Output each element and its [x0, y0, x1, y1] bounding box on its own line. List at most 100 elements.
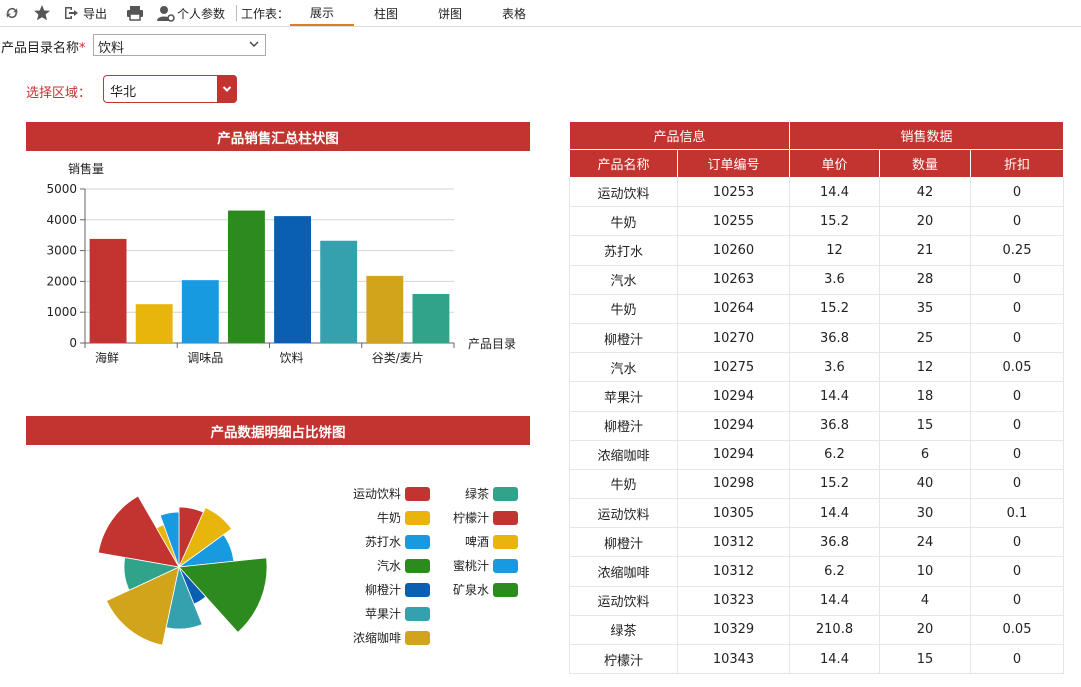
tab-table[interactable]: 表格 [482, 0, 546, 26]
export-label: 导出 [83, 6, 108, 21]
region-select[interactable]: 华北 [103, 75, 237, 103]
chevron-down-icon [222, 86, 232, 92]
table-cell: 36.8 [789, 527, 880, 558]
table-cell: 15.2 [789, 468, 880, 500]
bar[interactable] [89, 238, 127, 343]
table-cell: 0 [970, 643, 1064, 675]
table-row: 牛奶 10264 15.2 35 0 [569, 293, 1064, 324]
user-settings-icon [157, 5, 175, 22]
bar[interactable] [181, 280, 219, 343]
legend-label: 绿茶 [465, 486, 489, 501]
y-tick-label: 2000 [46, 274, 77, 288]
table-cell: 0 [970, 293, 1064, 324]
table-cell: 10343 [677, 643, 790, 675]
x-tick-label: 调味品 [187, 351, 223, 365]
tab-bar-chart[interactable]: 柱图 [354, 0, 418, 26]
legend-swatch[interactable] [405, 559, 430, 573]
table-cell: 0 [970, 527, 1064, 558]
legend-swatch[interactable] [405, 511, 430, 525]
table-cell: 14.4 [789, 643, 880, 675]
export-button[interactable]: 导出 [63, 3, 107, 23]
col-header-discount: 折扣 [970, 149, 1064, 178]
favorite-button[interactable] [33, 3, 51, 23]
col-header-name: 产品名称 [569, 149, 678, 178]
refresh-button[interactable] [4, 3, 20, 23]
legend-swatch[interactable] [405, 583, 430, 597]
table-cell: 10264 [677, 293, 790, 324]
bar[interactable] [366, 275, 404, 343]
bar[interactable] [274, 216, 312, 343]
legend-swatch[interactable] [493, 511, 518, 525]
x-tick-label: 饮料 [280, 351, 304, 365]
chevron-down-icon [249, 41, 259, 47]
catalog-select-value: 饮料 [98, 41, 125, 56]
table-row: 苹果汁 10294 14.4 18 0 [569, 381, 1064, 412]
required-mark: * [79, 41, 86, 56]
table-cell: 24 [879, 527, 971, 558]
table-cell: 10323 [677, 585, 790, 616]
legend-swatch[interactable] [405, 607, 430, 621]
bar[interactable] [227, 210, 265, 343]
legend-swatch[interactable] [493, 583, 518, 597]
legend-swatch[interactable] [405, 631, 430, 645]
table-cell: 牛奶 [569, 293, 678, 324]
table-cell: 0 [970, 381, 1064, 412]
catalog-label-text: 产品目录名称 [1, 41, 80, 56]
table-cell: 28 [879, 264, 971, 295]
table-cell: 0 [970, 322, 1064, 354]
table-cell: 21 [879, 235, 971, 266]
params-button[interactable]: 个人参数 [157, 3, 225, 23]
table-cell: 6.2 [789, 439, 880, 470]
legend-swatch[interactable] [493, 535, 518, 549]
table-cell: 6 [879, 439, 971, 470]
table-cell: 0.05 [970, 352, 1064, 383]
catalog-select[interactable]: 饮料 [93, 34, 266, 56]
table-cell: 0 [970, 206, 1064, 237]
tab-pie-chart[interactable]: 饼图 [418, 0, 482, 26]
legend-swatch[interactable] [493, 487, 518, 501]
table-cell: 0 [970, 556, 1064, 587]
table-row: 浓缩咖啡 10294 6.2 6 0 [569, 439, 1064, 470]
table-cell: 10270 [677, 322, 790, 354]
table-body: 运动饮料 10253 14.4 42 0 牛奶 10255 15.2 20 0 苏打水 10260 12… [569, 176, 1064, 675]
legend-swatch[interactable] [405, 535, 430, 549]
star-icon [34, 5, 50, 21]
table-row: 运动饮料 10305 14.4 30 0.1 [569, 498, 1064, 529]
table-cell: 12 [879, 352, 971, 383]
table-cell: 15 [879, 643, 971, 675]
params-label: 个人参数 [177, 6, 226, 21]
table-cell: 15.2 [789, 293, 880, 324]
catalog-label: 产品目录名称* [1, 37, 86, 56]
y-tick-label: 4000 [46, 213, 77, 227]
table-cell: 柳橙汁 [569, 410, 678, 441]
bar[interactable] [135, 304, 173, 343]
printer-icon [127, 6, 143, 21]
table-row: 柳橙汁 10312 36.8 24 0 [569, 527, 1064, 558]
table-cell: 汽水 [569, 352, 678, 383]
table-cell: 10294 [677, 439, 790, 470]
pie-chart: 运动饮料牛奶苏打水汽水柳橙汁苹果汁浓缩咖啡 绿茶柠檬汁啤酒蜜桃汁矿泉水 [97, 486, 518, 646]
table-cell: 0 [970, 439, 1064, 470]
table-cell: 10255 [677, 206, 790, 237]
table-cell: 210.8 [789, 614, 880, 646]
region-dropdown-button[interactable] [217, 75, 237, 103]
table-cell: 牛奶 [569, 206, 678, 237]
bar[interactable] [320, 240, 358, 343]
toolbar-divider [236, 5, 237, 21]
group-header-sales: 销售数据 [789, 121, 1064, 150]
legend-swatch[interactable] [493, 559, 518, 573]
table-row: 汽水 10263 3.6 28 0 [569, 264, 1064, 295]
table-cell: 3.6 [789, 264, 880, 295]
region-select-value: 华北 [110, 85, 137, 100]
print-button[interactable] [126, 3, 144, 23]
bar[interactable] [412, 294, 450, 343]
table-row: 牛奶 10255 15.2 20 0 [569, 206, 1064, 237]
table-cell: 42 [879, 176, 971, 208]
table-row: 运动饮料 10253 14.4 42 0 [569, 176, 1064, 208]
table-cell: 14.4 [789, 176, 880, 208]
table-cell: 柳橙汁 [569, 322, 678, 354]
table-cell: 36.8 [789, 322, 880, 354]
legend-swatch[interactable] [405, 487, 430, 501]
tab-display[interactable]: 展示 [290, 0, 354, 26]
table-cell: 浓缩咖啡 [569, 439, 678, 470]
